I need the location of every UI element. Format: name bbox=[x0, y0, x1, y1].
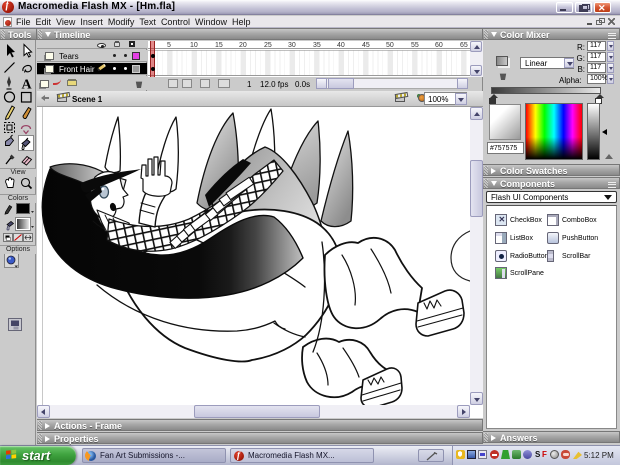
svg-text:A: A bbox=[22, 78, 33, 93]
